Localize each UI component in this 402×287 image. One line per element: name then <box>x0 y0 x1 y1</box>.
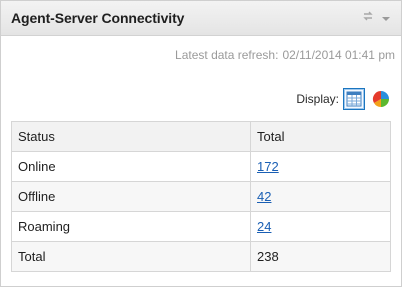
widget-title-icons <box>361 9 391 23</box>
header-total: Total <box>250 121 391 152</box>
refresh-label: Latest data refresh: <box>175 48 279 62</box>
table-row: Total 238 <box>11 241 391 272</box>
agent-server-connectivity-widget: Agent-Server Connectivity Latest data re… <box>0 0 402 287</box>
table-row: Roaming 24 <box>11 211 391 242</box>
status-cell: Total <box>11 241 251 272</box>
pie-chart-icon[interactable] <box>371 89 391 109</box>
refresh-icon[interactable] <box>361 9 375 23</box>
roaming-count-link[interactable]: 24 <box>257 219 271 234</box>
online-count-link[interactable]: 172 <box>257 159 279 174</box>
total-cell: 24 <box>250 211 391 242</box>
refresh-time: 02/11/2014 01:41 pm <box>282 48 395 62</box>
widget-title: Agent-Server Connectivity <box>11 10 185 26</box>
table-row: Online 172 <box>11 151 391 182</box>
table-header-row: Status Total <box>11 121 391 152</box>
display-label: Display: <box>296 92 339 106</box>
widget-titlebar: Agent-Server Connectivity <box>1 1 401 36</box>
connectivity-table: Status Total Online 172 Offline 42 Roami… <box>11 121 391 272</box>
display-switcher: Display: <box>296 88 391 110</box>
header-status: Status <box>11 121 251 152</box>
status-cell: Roaming <box>11 211 251 242</box>
refresh-info: Latest data refresh: 02/11/2014 01:41 pm <box>175 48 395 62</box>
status-cell: Online <box>11 151 251 182</box>
table-view-icon[interactable] <box>343 88 365 110</box>
total-cell: 172 <box>250 151 391 182</box>
offline-count-link[interactable]: 42 <box>257 189 271 204</box>
total-cell: 42 <box>250 181 391 212</box>
total-value: 238 <box>250 241 391 272</box>
status-cell: Offline <box>11 181 251 212</box>
dropdown-arrow-icon[interactable] <box>381 11 391 21</box>
table-row: Offline 42 <box>11 181 391 212</box>
